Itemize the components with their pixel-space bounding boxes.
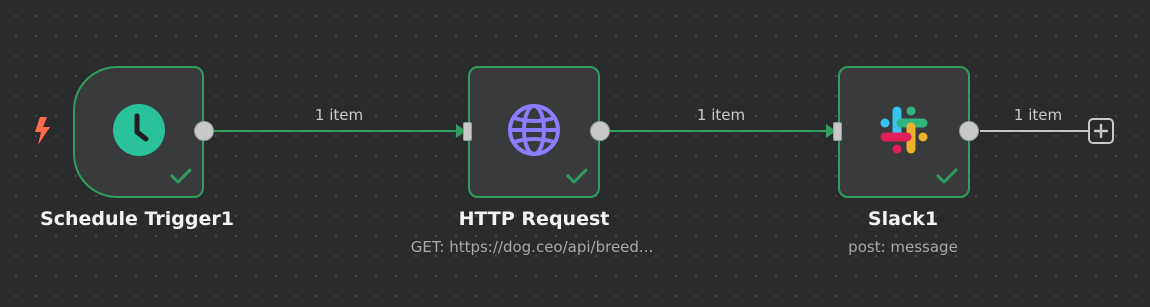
clock-icon: [112, 103, 166, 161]
success-check-icon: [936, 168, 958, 188]
output-handle[interactable]: [590, 121, 610, 141]
node-http-request[interactable]: [468, 66, 600, 198]
workflow-canvas[interactable]: 1 item 1 item 1 item Schedule Trigger1 H…: [0, 0, 1150, 307]
connection-item-count: 1 item: [1013, 106, 1063, 124]
connection-item-count: 1 item: [696, 106, 746, 124]
success-check-icon: [170, 168, 192, 188]
node-subtitle: GET: https://dog.ceo/api/breed...: [410, 238, 654, 256]
node-title: HTTP Request: [458, 208, 610, 230]
input-handle[interactable]: [833, 122, 842, 141]
connection-item-count: 1 item: [314, 106, 364, 124]
node-title: Schedule Trigger1: [40, 208, 234, 230]
node-subtitle: post: message: [848, 238, 958, 256]
output-handle[interactable]: [194, 121, 214, 141]
success-check-icon: [566, 168, 588, 188]
node-title: Slack1: [867, 208, 939, 230]
globe-icon: [506, 102, 562, 162]
input-handle[interactable]: [463, 122, 472, 141]
node-schedule-trigger[interactable]: [73, 66, 204, 198]
add-node-button[interactable]: [1088, 118, 1114, 144]
lightning-icon: [31, 116, 53, 150]
node-slack[interactable]: [838, 66, 970, 198]
slack-icon: [877, 103, 931, 161]
output-handle[interactable]: [959, 121, 979, 141]
